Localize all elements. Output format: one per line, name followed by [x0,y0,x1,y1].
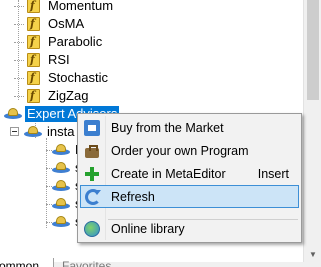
expert-advisor-icon [52,214,70,230]
tab-favorites[interactable]: Favorites [56,258,117,267]
expert-advisor-icon [52,142,70,158]
tree-item-label: Stochastic [48,70,108,85]
indicator-icon: f [26,16,42,32]
expert-advisor-icon [24,124,42,140]
tree-item-label: OsMA [48,16,85,31]
menu-item-order-program[interactable]: Order your own Program [80,140,299,162]
expert-advisor-icon [52,196,70,212]
tree-item-osma[interactable]: f OsMA [14,15,86,33]
tree-item-label: Momentum [48,0,114,13]
vertical-scrollbar[interactable]: ▼ [303,0,321,262]
tree-item-stochastic[interactable]: f Stochastic [14,69,110,87]
scroll-down-icon[interactable]: ▼ [304,248,321,262]
indicator-icon: f [26,88,42,104]
menu-item-buy-from-market[interactable]: Buy from the Market [80,117,299,139]
tab-common[interactable]: ommon [0,258,54,267]
tree-item-zigzag[interactable]: f ZigZag [14,87,90,105]
menu-item-create-in-metaeditor[interactable]: Create in MetaEditor Insert [80,163,299,185]
tree-item-insta[interactable]: insta [24,123,76,141]
menu-item-label: Create in MetaEditor [111,167,226,181]
tree-item-label: RSI [48,52,70,67]
indicator-icon: f [26,34,42,50]
menu-item-refresh[interactable]: Refresh [80,185,299,208]
indicator-icon: f [26,52,42,68]
tree-item-parabolic[interactable]: f Parabolic [14,33,104,51]
tree-item-label: insta [47,124,75,139]
expert-advisor-icon [52,178,70,194]
market-icon [84,120,100,136]
tree-item-label: ZigZag [48,88,89,103]
collapse-toggle[interactable] [10,127,19,136]
menu-item-label: Order your own Program [111,144,249,158]
scrollbar-thumb[interactable] [307,0,319,100]
expert-advisor-icon [4,106,22,122]
tree-item-label: Parabolic [48,34,103,49]
menu-item-shortcut: Insert [257,167,289,181]
refresh-icon [85,189,101,205]
expert-advisor-icon [52,160,70,176]
menu-item-online-library[interactable]: Online library [80,218,299,240]
menu-item-label: Buy from the Market [111,121,224,135]
indicator-icon: f [26,0,42,14]
tree-item-rsi[interactable]: f RSI [14,51,72,69]
context-menu: Buy from the Market Order your own Progr… [77,113,302,243]
plus-icon [84,166,100,182]
menu-item-label: Online library [111,222,185,236]
indicator-icon: f [26,70,42,86]
globe-icon [84,221,100,237]
tree-item-momentum[interactable]: f Momentum [14,0,115,15]
menu-item-label: Refresh [111,190,155,204]
briefcase-icon [84,143,100,159]
